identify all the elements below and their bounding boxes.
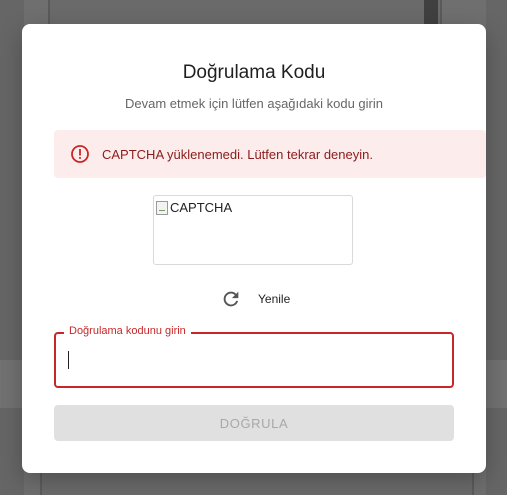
text-caret: [68, 351, 69, 369]
background-scrollbar: [424, 0, 438, 26]
error-circle-icon: [70, 144, 90, 164]
refresh-button[interactable]: Yenile: [220, 287, 290, 311]
refresh-icon: [220, 288, 242, 310]
error-message: CAPTCHA yüklenemedi. Lütfen tekrar deney…: [102, 146, 373, 162]
captcha-alt-text: CAPTCHA: [170, 200, 233, 215]
dialog-title: Doğrulama Kodu: [182, 62, 326, 83]
verification-code-input[interactable]: [68, 346, 442, 376]
refresh-label: Yenile: [258, 292, 291, 306]
background-top-panel: [48, 0, 442, 26]
verify-button[interactable]: DOĞRULA: [54, 405, 454, 441]
captcha-dialog: Doğrulama Kodu Devam etmek için lütfen a…: [22, 24, 486, 473]
background-panel-right: [486, 0, 507, 495]
verification-code-label: Doğrulama kodunu girin: [64, 325, 191, 337]
broken-image-icon: [156, 200, 168, 215]
background-bottom-panel: [40, 470, 474, 495]
captcha-image-frame: CAPTCHA: [153, 195, 353, 265]
captcha-image: CAPTCHA: [156, 200, 232, 215]
dialog-subtitle: Devam etmek için lütfen aşağıdaki kodu g…: [125, 96, 383, 111]
background-panel-left: [0, 0, 24, 495]
verification-code-field: Doğrulama kodunu girin: [54, 325, 454, 388]
error-alert: CAPTCHA yüklenemedi. Lütfen tekrar deney…: [54, 130, 486, 178]
